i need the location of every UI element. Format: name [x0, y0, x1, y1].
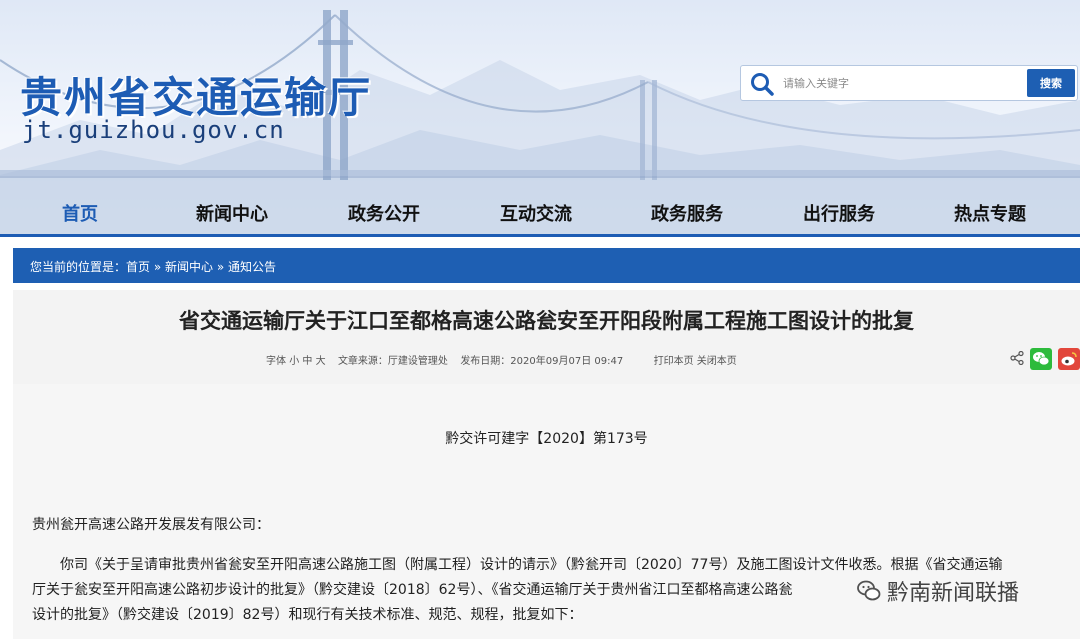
search-box: 搜索 — [740, 65, 1078, 101]
article-header: 省交通运输厅关于江口至都格高速公路瓮安至开阳段附属工程施工图设计的批复 字体 小… — [13, 290, 1080, 384]
breadcrumb-prefix: 您当前的位置是： — [30, 260, 127, 274]
nav-item-topics[interactable]: 热点专题 — [954, 200, 1026, 226]
watermark-text: 黔南新闻联播 — [887, 581, 1020, 606]
nav-item-travel[interactable]: 出行服务 — [803, 200, 875, 226]
main-nav: 首页 新闻中心 政务公开 互动交流 政务服务 出行服务 热点专题 — [0, 193, 1080, 231]
document-number: 黔交许可建字【2020】第173号 — [445, 431, 648, 447]
breadcrumb-separator: » — [150, 260, 166, 274]
article-source: 文章来源：厅建设管理处 — [337, 356, 448, 367]
nav-item-interaction[interactable]: 互动交流 — [500, 200, 572, 226]
font-medium-button[interactable]: 中 — [302, 356, 312, 367]
recipient: 贵州瓮开高速公路开发展发有限公司： — [32, 517, 270, 533]
wechat-share-icon[interactable] — [1030, 348, 1052, 370]
breadcrumb: 您当前的位置是：首页 » 新闻中心 » 通知公告 — [13, 248, 1080, 283]
nav-item-home[interactable]: 首页 — [62, 200, 98, 226]
nav-item-gov-services[interactable]: 政务服务 — [651, 200, 723, 226]
search-input[interactable] — [783, 70, 1023, 96]
site-header: 贵州省交通运输厅 jt.guizhou.gov.cn 搜索 首页 新闻中心 政务… — [0, 0, 1080, 235]
search-icon[interactable] — [749, 71, 775, 97]
breadcrumb-notices[interactable]: 通知公告 — [228, 260, 276, 274]
nav-item-news[interactable]: 新闻中心 — [196, 200, 268, 226]
font-large-button[interactable]: 大 — [316, 356, 326, 367]
font-size-label: 字体 — [266, 356, 286, 367]
breadcrumb-news[interactable]: 新闻中心 — [165, 260, 213, 274]
print-button[interactable]: 打印本页 — [654, 356, 694, 367]
article-meta: 字体 小 中 大 文章来源：厅建设管理处 发布日期：2020年09月07日 09… — [266, 352, 737, 367]
article-title: 省交通运输厅关于江口至都格高速公路瓮安至开阳段附属工程施工图设计的批复 — [179, 309, 914, 333]
breadcrumb-home[interactable]: 首页 — [126, 260, 150, 274]
nav-item-gov-affairs[interactable]: 政务公开 — [348, 200, 420, 226]
watermark: 黔南新闻联播 — [855, 575, 1019, 607]
article-date: 发布日期：2020年09月07日 09:47 — [460, 356, 624, 367]
share-icon[interactable] — [1010, 351, 1024, 365]
search-button[interactable]: 搜索 — [1027, 69, 1075, 97]
font-small-button[interactable]: 小 — [289, 356, 299, 367]
weibo-share-icon[interactable] — [1058, 348, 1080, 370]
wechat-watermark-icon — [857, 580, 881, 601]
close-button[interactable]: 关闭本页 — [697, 356, 737, 367]
breadcrumb-separator: » — [213, 260, 229, 274]
site-domain: jt.guizhou.gov.cn — [22, 116, 285, 144]
nav-divider — [0, 234, 1080, 237]
